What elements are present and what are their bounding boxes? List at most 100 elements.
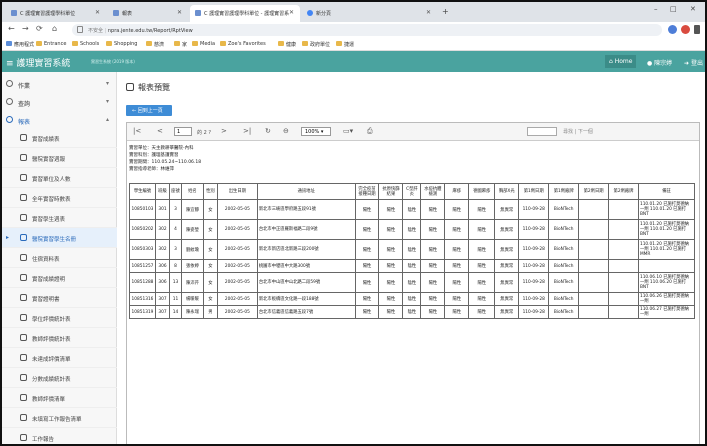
sidebar-item-teacher-eval[interactable]: 教師評價統計表: [2, 328, 117, 348]
table-cell: 陽性: [444, 305, 470, 319]
menu-label: 查詢: [18, 101, 31, 108]
table-cell: 陽性: [468, 239, 496, 260]
back-button[interactable]: ← 回到上一頁: [126, 105, 172, 116]
print-icon: [126, 83, 134, 91]
page-number-input[interactable]: 1: [174, 127, 192, 136]
report-info-line: 實習單位：天主教耕莘醫院-內科: [129, 146, 194, 151]
sidebar-item-pending-eval[interactable]: 未達成評價清單: [2, 348, 117, 368]
chrome-icon: [307, 10, 313, 16]
sidebar-item-score-proof[interactable]: 實習成績證明: [2, 268, 117, 288]
extension-icon[interactable]: [668, 25, 677, 34]
report-info-line: 實習科別：護理基護實習: [129, 153, 179, 158]
sidebar-item-student-roster[interactable]: ▸ 醫院實習學生名冊: [2, 228, 117, 248]
table-cell: 10850103: [129, 199, 156, 220]
table-cell: 無異常: [494, 305, 520, 319]
table-cell: 張依婷: [180, 259, 204, 273]
browser-tab[interactable]: C 護理實習護理學科單位 ✕: [6, 5, 106, 22]
zoom-select[interactable]: 100% ▾: [301, 127, 331, 136]
column-header: 第2劑日期: [578, 183, 610, 200]
table-cell: 陰性: [402, 272, 422, 293]
menu-tasks[interactable]: 作業 ▾: [2, 76, 117, 92]
folder-icon: [106, 41, 112, 46]
menu-query[interactable]: 查詢 ▾: [2, 94, 117, 110]
browser-tab[interactable]: 新分頁 ✕: [302, 5, 437, 22]
browser-tab[interactable]: 報表 ✕: [108, 5, 188, 22]
printer-icon[interactable]: ⎙: [367, 127, 373, 136]
back-icon[interactable]: ←: [8, 24, 15, 33]
export-icon[interactable]: ▭▾: [343, 127, 353, 135]
column-header: C型肝炎: [402, 183, 422, 200]
close-tab-icon[interactable]: ✕: [289, 9, 294, 16]
stop-icon[interactable]: ⊖: [283, 127, 289, 135]
user-button[interactable]: ● 陳宗婷: [643, 55, 676, 68]
bookmark-folder[interactable]: Entrance: [36, 41, 66, 47]
sidebar-item-unit-count[interactable]: 實習單位及人數: [2, 168, 117, 188]
bookmark-apps[interactable]: 應用程式: [6, 41, 34, 48]
search-icon: [6, 98, 13, 105]
table-cell: 110.01.20 已施打莫德納一劑 110.01.20 已施打BNT: [637, 199, 696, 220]
bookmark-folder[interactable]: 捷運: [336, 41, 354, 48]
menu-label: 作業: [18, 83, 31, 90]
sidebar-item-unit-eval[interactable]: 學位評價統計表: [2, 308, 117, 328]
profile-icon[interactable]: [681, 25, 690, 34]
close-window-icon[interactable]: ✕: [690, 5, 696, 13]
table-row: 10851257 306 8 張依婷女 2002-05-05 桃園市中壢區中大路300號陽…: [129, 259, 696, 273]
table-cell: 14: [168, 305, 182, 319]
sidebar-item-missing-reports[interactable]: 未填寫工作報告清單: [2, 408, 117, 428]
sidebar-item-label: 全年實習時數表: [32, 197, 71, 203]
find-input[interactable]: [527, 127, 557, 136]
bookmark-folder[interactable]: Zoe's Favorites: [220, 41, 266, 47]
sidebar-item-weekly-report[interactable]: 醫院實習週報: [2, 148, 117, 168]
app-brand[interactable]: ≡ 護理實習系統: [6, 56, 70, 69]
next-page-icon[interactable]: >: [221, 127, 227, 135]
sidebar-item-score-stats[interactable]: 分數成績統計表: [2, 368, 117, 388]
table-cell: 陽性: [420, 272, 446, 293]
print-icon: [20, 294, 27, 301]
last-page-icon[interactable]: >|: [243, 127, 251, 135]
bookmark-folder[interactable]: 慈濟: [146, 41, 164, 48]
browser-tab-active[interactable]: C 護理實習護理學科單位 - 護理實習系 ✕: [190, 5, 300, 22]
sidebar: 作業 ▾ 查詢 ▾ 報表 ▴ 實習成績表 醫院實習週報 實習單位及人數 全年實習時數表…: [2, 72, 117, 444]
logout-button[interactable]: ➜ 登出: [680, 55, 705, 68]
print-icon: [20, 234, 27, 241]
home-button[interactable]: ⌂ Home: [605, 55, 637, 68]
table-cell: 13: [168, 272, 182, 293]
sidebar-item-certificate[interactable]: 實習證明書: [2, 288, 117, 308]
new-tab-button[interactable]: +: [442, 7, 449, 16]
forward-icon[interactable]: →: [22, 24, 29, 33]
sidebar-item-student-weekly[interactable]: 實習學生週表: [2, 208, 117, 228]
home-icon[interactable]: ⌂: [52, 24, 57, 33]
close-tab-icon[interactable]: ✕: [426, 9, 431, 16]
find-links[interactable]: 尋找 | 下一個: [563, 128, 593, 135]
bookmark-folder[interactable]: 健康: [278, 41, 296, 48]
report-header-row: 學生編號 班級 座號 姓名 性別 出生日期 通訊地址 完全疫苗接種日期 抗原快篩結果 C型肝炎 水痘…: [129, 183, 696, 200]
reload-icon[interactable]: ⟳: [36, 24, 43, 33]
bookmark-folder[interactable]: Media: [192, 41, 215, 47]
maximize-icon[interactable]: □: [670, 5, 677, 13]
minimize-icon[interactable]: –: [654, 5, 658, 13]
bookmark-folder[interactable]: Shopping: [106, 41, 137, 47]
table-cell: 女: [202, 239, 218, 260]
table-cell: 台北市信義區信義路五段7號: [256, 305, 356, 319]
column-header: 麻疹: [444, 183, 470, 200]
table-cell: 307: [154, 305, 170, 319]
table-cell: 無異常: [494, 259, 520, 273]
bookmark-folder[interactable]: 家: [174, 41, 187, 48]
bookmark-folder[interactable]: 政府單位: [302, 41, 330, 48]
first-page-icon[interactable]: |<: [133, 127, 141, 135]
sidebar-item-housing[interactable]: 住宿資料表: [2, 248, 117, 268]
bookmark-folder[interactable]: Schools: [72, 41, 99, 47]
table-cell: 女: [202, 292, 218, 306]
close-tab-icon[interactable]: ✕: [95, 9, 100, 16]
sidebar-item-work-report[interactable]: 工作報告: [2, 428, 117, 444]
table-cell: 陽性: [378, 259, 404, 273]
sidebar-item-annual-hours[interactable]: 全年實習時數表: [2, 188, 117, 208]
url-field[interactable]: 不安全 | npra.jente.edu.tw/Report/RptView: [72, 24, 662, 36]
menu-reports[interactable]: 報表 ▴: [2, 112, 117, 128]
close-tab-icon[interactable]: ✕: [177, 9, 182, 16]
refresh-icon[interactable]: ↻: [265, 127, 271, 135]
sidebar-item-score-sheet[interactable]: 實習成績表: [2, 128, 117, 148]
menu-icon[interactable]: [694, 25, 700, 34]
prev-page-icon[interactable]: <: [157, 127, 163, 135]
sidebar-item-teacher-list[interactable]: 教師評價清單: [2, 388, 117, 408]
